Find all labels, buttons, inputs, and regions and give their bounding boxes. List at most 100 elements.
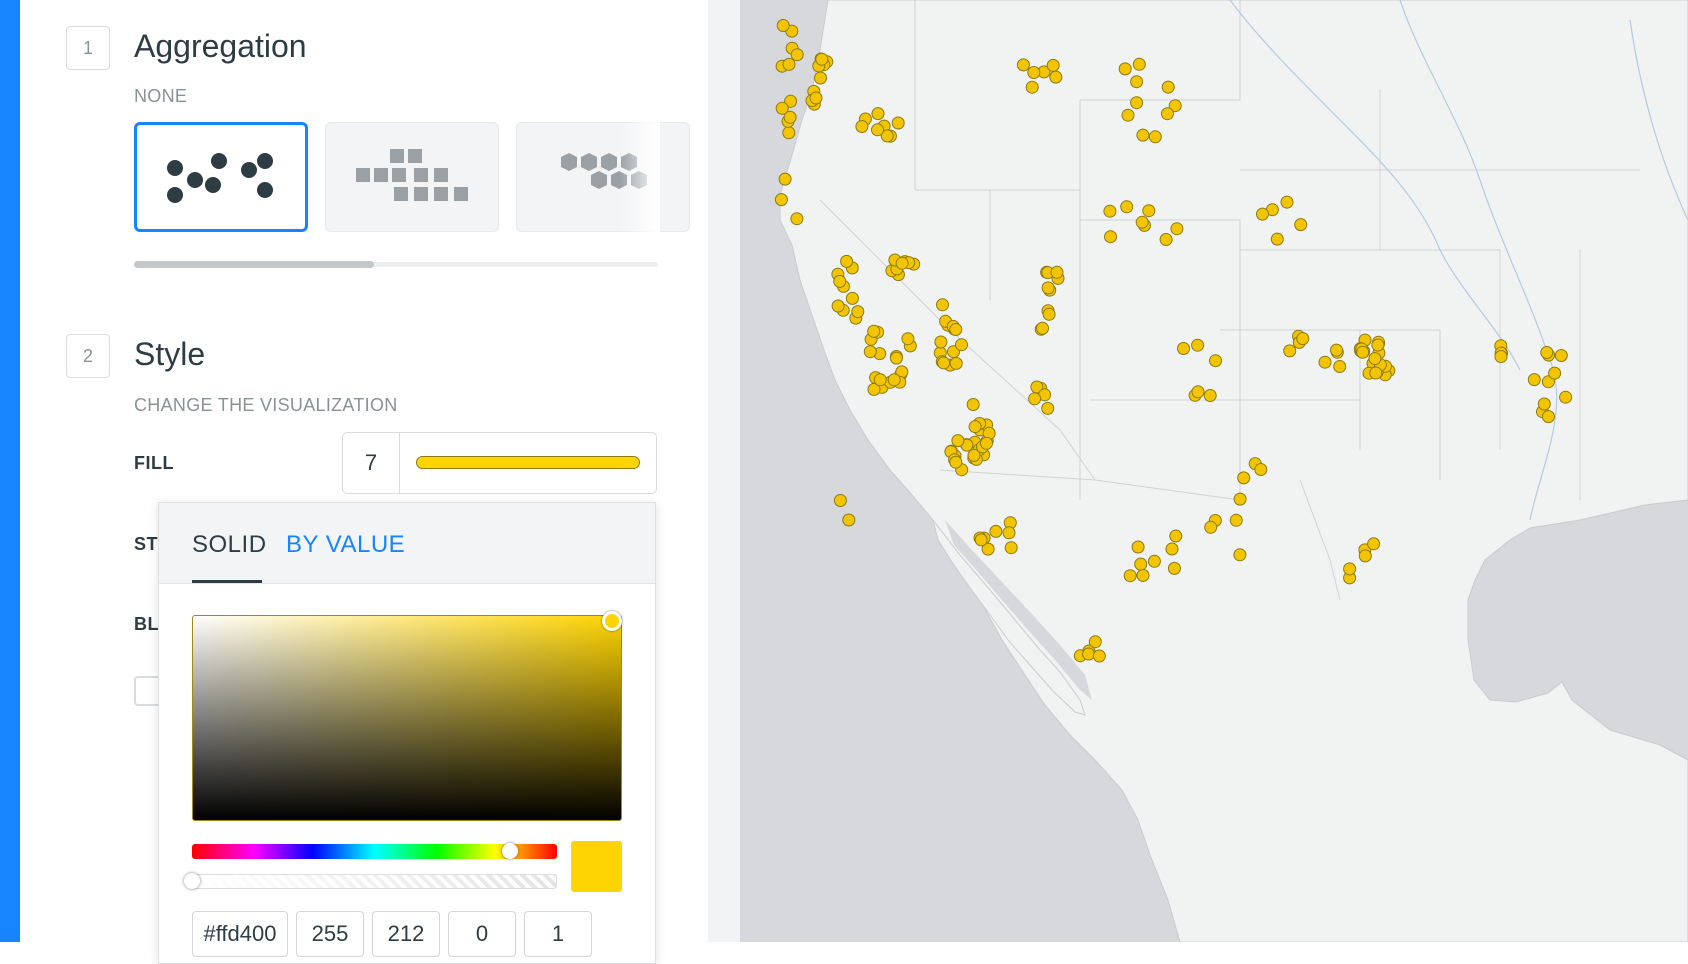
map-point[interactable] — [1333, 360, 1347, 373]
map-point[interactable] — [1358, 549, 1372, 563]
map-point[interactable] — [774, 193, 788, 207]
tab-by-value[interactable]: BY VALUE — [286, 531, 405, 559]
map-point[interactable] — [1167, 561, 1181, 575]
map-point[interactable] — [1369, 366, 1383, 380]
map-point[interactable] — [1147, 554, 1161, 568]
map-svg[interactable] — [740, 0, 1688, 942]
map-point[interactable] — [871, 123, 884, 137]
map-point[interactable] — [1160, 107, 1174, 121]
map-point[interactable] — [867, 324, 881, 338]
map-point[interactable] — [1004, 541, 1018, 555]
map-point[interactable] — [775, 101, 789, 115]
alpha-slider[interactable] — [192, 874, 557, 889]
red-input[interactable]: 255 — [296, 911, 364, 957]
map-point[interactable] — [1161, 80, 1175, 94]
map-point[interactable] — [1554, 349, 1568, 362]
map-point[interactable] — [1131, 540, 1145, 554]
map-point[interactable] — [1050, 265, 1064, 279]
map-point[interactable] — [1559, 390, 1573, 404]
map-point[interactable] — [1280, 195, 1294, 209]
map-point[interactable] — [895, 256, 909, 270]
map-point[interactable] — [1318, 355, 1332, 369]
map-point[interactable] — [1254, 463, 1268, 476]
alpha-handle[interactable] — [184, 873, 200, 889]
fill-control[interactable]: 7 — [342, 432, 657, 494]
map-point[interactable] — [1165, 542, 1179, 556]
map-point[interactable] — [1191, 385, 1205, 399]
map-point[interactable] — [1025, 80, 1039, 94]
map-point[interactable] — [833, 274, 847, 288]
fill-size-value[interactable]: 7 — [343, 433, 400, 493]
map-point[interactable] — [778, 172, 792, 186]
map-point[interactable] — [1134, 557, 1148, 571]
map-point[interactable] — [1527, 373, 1541, 387]
map-point[interactable] — [1343, 562, 1357, 576]
map-point[interactable] — [949, 323, 963, 336]
map-point[interactable] — [1177, 342, 1190, 355]
map-point[interactable] — [1016, 58, 1030, 72]
map-point[interactable] — [1209, 354, 1222, 368]
map-point[interactable] — [891, 116, 905, 130]
map-point[interactable] — [873, 373, 887, 387]
tab-solid[interactable]: SOLID — [192, 531, 267, 559]
map-point[interactable] — [966, 398, 980, 411]
map-point[interactable] — [1036, 321, 1049, 335]
map-point[interactable] — [840, 254, 854, 268]
map-point[interactable] — [1123, 569, 1137, 583]
map-point[interactable] — [1233, 492, 1247, 506]
map-point[interactable] — [833, 494, 847, 507]
fill-color-bar[interactable] — [416, 456, 640, 469]
map-point[interactable] — [1229, 513, 1243, 527]
map-point[interactable] — [1042, 307, 1056, 321]
map-point[interactable] — [1170, 222, 1184, 236]
map-point[interactable] — [934, 335, 948, 349]
map-point[interactable] — [1132, 57, 1146, 71]
map-point[interactable] — [887, 373, 901, 387]
map-point[interactable] — [955, 338, 968, 352]
map-point[interactable] — [1548, 366, 1562, 380]
map-point[interactable] — [790, 212, 804, 226]
map-point[interactable] — [863, 345, 877, 359]
map-point[interactable] — [1541, 410, 1555, 424]
hex-input[interactable]: #ffd400 — [192, 911, 288, 957]
map-point[interactable] — [1049, 70, 1063, 84]
map-point[interactable] — [1121, 108, 1135, 122]
map-point[interactable] — [1118, 62, 1132, 76]
map-point[interactable] — [1002, 526, 1016, 540]
saturation-handle[interactable] — [602, 611, 622, 631]
map-point[interactable] — [1046, 58, 1060, 72]
map-point[interactable] — [782, 57, 796, 71]
map-point[interactable] — [842, 513, 856, 527]
map-point[interactable] — [845, 291, 859, 305]
alpha-input[interactable]: 1 — [524, 911, 592, 957]
map-point[interactable] — [1088, 635, 1102, 649]
map-point[interactable] — [968, 420, 982, 434]
map-point[interactable] — [814, 71, 827, 85]
map-point[interactable] — [949, 455, 963, 469]
map-point[interactable] — [1368, 352, 1382, 366]
map-point[interactable] — [1130, 75, 1144, 89]
map-point[interactable] — [1082, 647, 1096, 661]
aggregation-scroll-thumb[interactable] — [134, 261, 374, 268]
map-point[interactable] — [974, 533, 988, 547]
map-point[interactable] — [1203, 389, 1217, 402]
map-point[interactable] — [1104, 230, 1117, 244]
map-point[interactable] — [949, 356, 963, 370]
map-point[interactable] — [1092, 649, 1106, 663]
map-point[interactable] — [1371, 338, 1385, 352]
map-point[interactable] — [1041, 281, 1055, 295]
map-point[interactable] — [1233, 548, 1247, 562]
map-point[interactable] — [776, 19, 790, 32]
aggregation-option-squares[interactable] — [325, 122, 499, 232]
map-point[interactable] — [1330, 343, 1343, 357]
map-point[interactable] — [851, 305, 865, 319]
map-point[interactable] — [889, 351, 903, 365]
map-point[interactable] — [1191, 338, 1205, 352]
map-point[interactable] — [951, 434, 965, 448]
blue-input[interactable]: 0 — [448, 911, 516, 957]
map-point[interactable] — [1537, 397, 1551, 411]
map-point[interactable] — [782, 126, 796, 140]
map-point[interactable] — [989, 524, 1003, 538]
map-point[interactable] — [1148, 130, 1162, 144]
aggregation-option-hexbins[interactable] — [516, 122, 690, 232]
